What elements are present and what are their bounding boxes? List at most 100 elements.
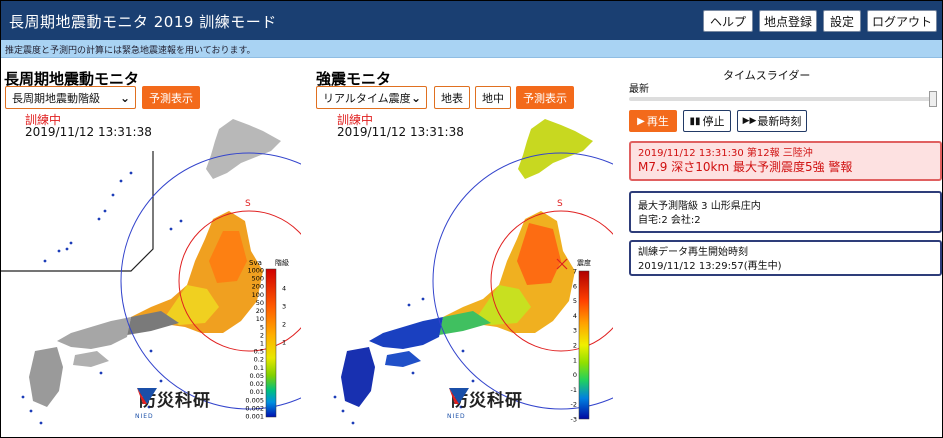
register-point-button[interactable]: 地点登録 [759, 10, 817, 32]
strong-motion-map-canvas: S 震度 7 6 5 4 3 2 1 0 -1 -2 -3 [333, 119, 613, 425]
notice-text: 推定震度と予測円の計算には緊急地震速報を用いております。 [5, 46, 256, 56]
nied-logo-icon [449, 388, 469, 404]
left-brand-sub: NIED [135, 413, 154, 420]
strong-motion-map[interactable]: S 震度 7 6 5 4 3 2 1 0 -1 -2 -3 訓練中 2019/11/12 13:31… [313, 111, 613, 431]
class-tick-labels: 4 3 2 1 [282, 285, 286, 347]
intensity-tick-label: 2 [573, 342, 577, 350]
intensity-tick-label: -3 [571, 416, 577, 424]
chevron-down-icon: ⌄ [410, 91, 421, 105]
right-predict-button[interactable]: 予測表示 [516, 86, 574, 109]
hokkaido-shape [518, 119, 593, 179]
sva-tick-label: 1000 [247, 267, 264, 275]
long-period-select-value: 長周期地震動階級 [12, 91, 100, 105]
eew-alert-line2: M7.9 深さ10km 最大予測震度5強 警報 [638, 160, 853, 174]
time-slider-title: タイムスライダー [723, 69, 811, 82]
fast-forward-icon: ▶▶ [742, 116, 757, 126]
sva-tick-label: 20 [256, 307, 264, 315]
max-predicted-class-box: 最大予測階級 3 山形県庄内 自宅:2 会社:2 [629, 191, 942, 233]
help-button[interactable]: ヘルプ [703, 10, 753, 32]
max-class-line1: 最大予測階級 3 山形県庄内 [638, 201, 761, 212]
intensity-tick-label: 3 [573, 327, 577, 335]
sva-tick-label: 0.002 [245, 404, 264, 412]
intensity-tick-label: 4 [573, 312, 577, 320]
intensity-tick-label: 1 [573, 356, 577, 364]
sva-tick-label: 10 [256, 315, 264, 323]
sva-tick-label: 0.5 [254, 348, 264, 356]
legend-class-title: 階級 [275, 258, 289, 267]
max-class-line2: 自宅:2 会社:2 [638, 215, 701, 226]
kyushu-shape [29, 347, 63, 407]
right-timestamp: 2019/11/12 13:31:38 [337, 125, 464, 139]
sva-tick-label: 50 [256, 299, 264, 307]
chevron-down-icon: ⌄ [119, 91, 130, 105]
long-period-map-canvas: S Sva 階級 10005002001005020105210.50.20.1… [1, 119, 301, 425]
left-predict-button[interactable]: 予測表示 [142, 86, 200, 109]
nied-logo-icon [137, 388, 157, 404]
right-s-circle-label: S [557, 199, 563, 209]
class-tick-label: 3 [282, 303, 286, 311]
sva-tick-label: 200 [252, 283, 264, 291]
shikoku-shape [73, 351, 109, 367]
sva-tick-label: 1 [260, 340, 264, 348]
sva-tick-label: 2 [260, 331, 264, 339]
logout-button[interactable]: ログアウト [867, 10, 937, 32]
play-label: 再生 [646, 115, 669, 128]
class-tick-label: 4 [282, 285, 286, 293]
sva-tick-label: 0.01 [250, 388, 264, 396]
left-s-circle-label: S [245, 199, 251, 209]
stop-label: 停止 [702, 115, 725, 128]
time-slider-thumb[interactable] [929, 91, 937, 107]
replay-start-box: 訓練データ再生開始時刻 2019/11/12 13:29:57(再生中) [629, 240, 942, 276]
app-title: 長周期地震動モニタ 2019 訓練モード [9, 13, 277, 31]
kyushu-shape [341, 347, 375, 407]
sva-tick-label: 100 [252, 291, 264, 299]
stop-button[interactable]: ▮▮ 停止 [683, 110, 731, 132]
hokkaido-shape [206, 119, 281, 179]
intensity-tick-label: 0 [573, 371, 577, 379]
sva-tick-label: 0.2 [254, 356, 264, 364]
long-period-select[interactable]: 長周期地震動階級 ⌄ [5, 86, 136, 109]
surface-button[interactable]: 地表 [434, 86, 470, 109]
strong-motion-select-value: リアルタイム震度 [323, 91, 411, 105]
intensity-tick-labels: 7 6 5 4 3 2 1 0 -1 -2 -3 [571, 268, 577, 424]
notice-bar: 推定震度と予測円の計算には緊急地震速報を用いております。 [1, 40, 942, 58]
long-period-legend-bar [265, 268, 277, 418]
class-tick-label: 2 [282, 321, 286, 329]
eew-alert-box: 2019/11/12 13:31:30 第12報 三陸沖 M7.9 深さ10km… [629, 141, 942, 181]
pause-icon: ▮▮ [689, 115, 701, 127]
play-button[interactable]: ▶ 再生 [629, 110, 677, 132]
intensity-tick-label: -2 [571, 401, 577, 409]
strong-motion-select[interactable]: リアルタイム震度 ⌄ [316, 86, 427, 109]
latest-time-label: 最新時刻 [757, 115, 802, 128]
replay-start-line2: 2019/11/12 13:29:57(再生中) [638, 261, 782, 272]
underground-button[interactable]: 地中 [475, 86, 511, 109]
header-bar: 長周期地震動モニタ 2019 訓練モード ヘルプ 地点登録 設定 ログアウト [1, 1, 942, 40]
right-nied-logo: 防災科研 [447, 386, 523, 411]
sva-tick-label: 500 [252, 275, 264, 283]
sva-tick-label: 0.05 [250, 372, 264, 380]
intensity-legend-title: 震度 [577, 258, 591, 267]
intensity-tick-label: -1 [571, 386, 577, 394]
intensity-tick-label: 5 [573, 297, 577, 305]
left-nied-logo: 防災科研 [135, 386, 211, 411]
sva-tick-label: 0.02 [250, 380, 264, 388]
latest-time-button[interactable]: ▶▶ 最新時刻 [737, 110, 807, 132]
settings-button[interactable]: 設定 [823, 10, 861, 32]
right-brand-sub: NIED [447, 413, 466, 420]
western-honshu-shape [57, 317, 131, 349]
shikoku-shape [385, 351, 421, 367]
long-period-map[interactable]: S Sva 階級 1000 500 200 100 50 20 10 5 2 1 0.5 0.2 0.1… [1, 111, 301, 431]
sva-tick-label: 5 [260, 323, 264, 331]
time-slider-track[interactable] [629, 97, 937, 101]
intensity-tick-label: 7 [573, 268, 577, 276]
app-window: 長周期地震動モニタ 2019 訓練モード ヘルプ 地点登録 設定 ログアウト 推… [0, 0, 943, 438]
replay-start-line1: 訓練データ再生開始時刻 [638, 247, 748, 258]
intensity-tick-label: 6 [573, 282, 577, 290]
sva-tick-label: 0.1 [254, 364, 264, 372]
eew-alert-line1: 2019/11/12 13:31:30 第12報 三陸沖 [638, 148, 813, 159]
sva-tick-label: 0.001 [245, 413, 264, 421]
inset-divider [1, 151, 154, 272]
intensity-legend-bar [578, 270, 590, 420]
slider-latest-label: 最新 [629, 84, 649, 95]
left-timestamp: 2019/11/12 13:31:38 [25, 125, 152, 139]
